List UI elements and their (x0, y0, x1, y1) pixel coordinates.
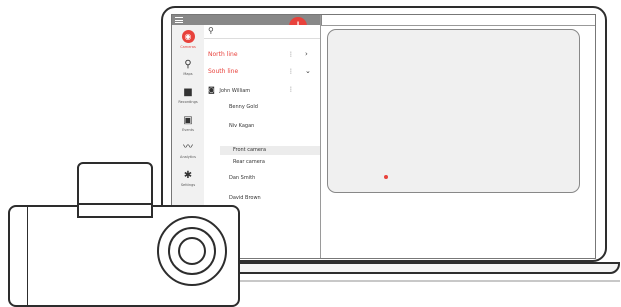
gear-icon: ✱ (183, 170, 193, 181)
video-viewer[interactable] (327, 29, 580, 193)
dashcam-side-panel (8, 205, 28, 307)
owner-name: John William (219, 88, 251, 94)
sidebar-item-recordings[interactable]: ■ Recordings (172, 87, 204, 105)
list-item[interactable]: David Brown (229, 195, 345, 201)
chart-icon: 〰 (183, 142, 193, 153)
viewer-header (321, 15, 595, 26)
camera-icon: ◙ (208, 86, 215, 94)
dashcam-mount-base (77, 203, 153, 218)
sidebar-item-events[interactable]: ▣ Events (172, 115, 204, 133)
recording-indicator (384, 175, 388, 179)
group-label: South line (208, 68, 239, 75)
sidebar-item-maps[interactable]: ⚲ Maps (172, 59, 204, 77)
sidebar-item-label: Cameras (180, 45, 196, 49)
map-pin-icon: ⚲ (184, 59, 192, 70)
sidebar-item-label: Recordings (178, 100, 198, 104)
search-field[interactable]: ⚲ (204, 25, 320, 39)
chevron-down-icon[interactable]: ⌄ (305, 67, 311, 75)
dashcam-lens-center (178, 237, 206, 265)
pane-divider (320, 15, 321, 258)
sidebar-item-cameras[interactable]: ◉ Cameras (172, 30, 204, 49)
sidebar-item-analytics[interactable]: 〰 Analytics (172, 142, 204, 160)
dashcam-mount (77, 162, 153, 208)
more-icon[interactable]: ⋮ (288, 86, 294, 93)
more-icon[interactable]: ⋮ (288, 51, 294, 58)
sidebar-item-label: Analytics (180, 155, 196, 159)
owner-row[interactable]: ◙ John William (208, 86, 324, 94)
chevron-right-icon[interactable]: › (305, 50, 308, 58)
sidebar-item-settings[interactable]: ✱ Settings (172, 170, 204, 188)
more-icon[interactable]: ⋮ (288, 68, 294, 75)
search-icon: ⚲ (208, 26, 214, 35)
video-icon: ■ (183, 87, 193, 98)
hamburger-icon[interactable] (175, 17, 183, 23)
sidebar-item-label: Settings (180, 183, 196, 187)
group-label: North line (208, 51, 238, 58)
calendar-icon: ▣ (183, 115, 193, 126)
sidebar-item-label: Maps (183, 72, 193, 76)
camera-icon: ◉ (181, 30, 195, 43)
sidebar-item-label: Events (182, 128, 194, 132)
